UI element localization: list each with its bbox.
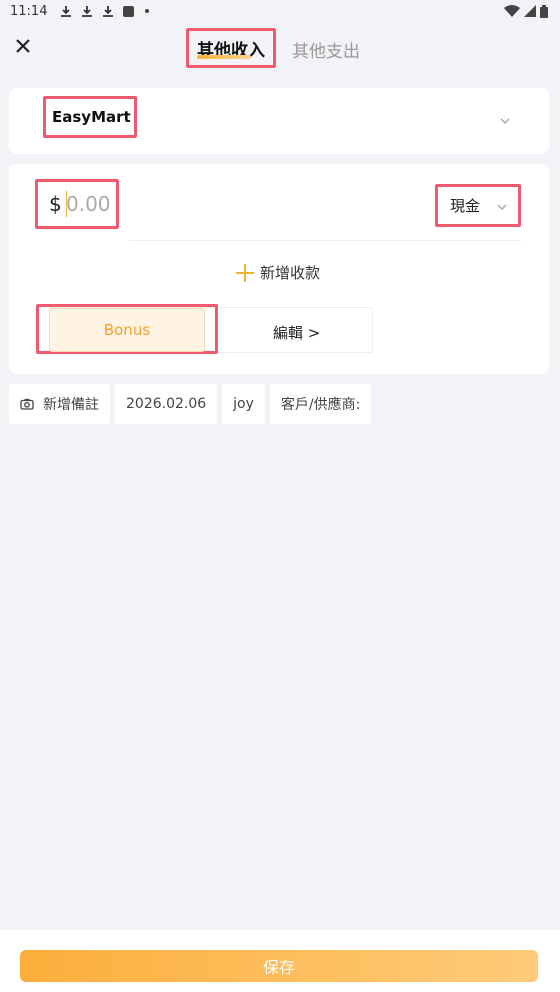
user-label: joy xyxy=(233,396,254,412)
add-note-chip[interactable]: 新增備註 xyxy=(9,384,110,424)
add-payment-label: 新增收款 xyxy=(260,264,321,282)
save-button[interactable]: 保存 xyxy=(20,950,538,982)
detail-chips: 新增備註 2026.02.06 joy 客戶/供應商: xyxy=(9,384,372,424)
bottom-bar: 保存 xyxy=(0,930,560,992)
date-label: 2026.02.06 xyxy=(126,396,207,412)
download-icon xyxy=(82,5,93,17)
divider xyxy=(129,240,521,241)
status-time: 11:14 xyxy=(10,3,48,19)
payment-method-label: 現金 xyxy=(450,197,481,215)
amount-field[interactable]: $ xyxy=(35,179,119,229)
signal-icon xyxy=(524,5,536,17)
header: 其他收入 其他支出 xyxy=(0,22,560,74)
tab-label: 其他支出 xyxy=(292,42,360,62)
customer-supplier-label: 客戶/供應商: xyxy=(280,397,361,413)
customer-supplier-chip[interactable]: 客戶/供應商: xyxy=(269,384,372,424)
edit-tags-link[interactable]: 編輯 > xyxy=(273,322,320,343)
tab-other-expense[interactable]: 其他支出 xyxy=(292,28,360,62)
add-note-label: 新增備註 xyxy=(43,397,99,413)
more-notifications-icon xyxy=(145,9,150,13)
store-selector[interactable]: EasyMart xyxy=(9,88,549,154)
tab-bar: 其他收入 其他支出 xyxy=(186,28,360,68)
app-notification-icon xyxy=(123,5,135,17)
add-payment-button[interactable]: 新增收款 xyxy=(236,262,320,283)
store-name: EasyMart xyxy=(43,96,137,138)
currency-symbol: $ xyxy=(49,192,62,216)
active-tab-indicator xyxy=(197,55,251,59)
payment-method-select[interactable]: 現金 xyxy=(435,184,521,227)
chevron-down-icon xyxy=(497,204,507,211)
camera-icon xyxy=(20,398,34,410)
wifi-icon xyxy=(504,5,520,17)
user-chip[interactable]: joy xyxy=(222,384,265,424)
plus-icon xyxy=(236,263,254,282)
status-bar: 11:14 xyxy=(0,0,560,22)
tag-bonus[interactable]: Bonus xyxy=(36,304,218,354)
download-icon xyxy=(61,5,72,17)
close-icon[interactable] xyxy=(12,35,34,57)
tag-label: Bonus xyxy=(49,308,205,352)
date-chip[interactable]: 2026.02.06 xyxy=(115,384,218,424)
download-icon xyxy=(103,5,114,17)
chevron-down-icon xyxy=(500,118,510,125)
amount-input[interactable] xyxy=(66,192,116,216)
amount-card: $ 現金 新增收款 Bonus 編輯 > xyxy=(9,164,549,374)
battery-icon xyxy=(540,4,548,18)
tab-other-income[interactable]: 其他收入 xyxy=(186,28,276,68)
